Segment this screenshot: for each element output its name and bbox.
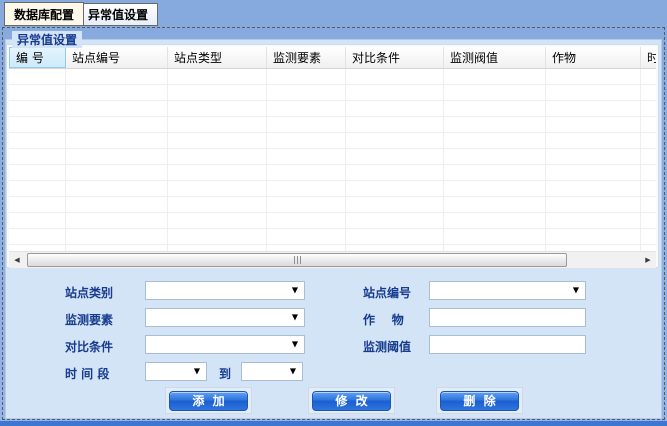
monitor-element-select[interactable]: ▼ <box>145 308 305 327</box>
modify-button[interactable]: 修 改 <box>312 391 391 411</box>
station-id-select[interactable]: ▼ <box>429 281 586 300</box>
compare-condition-select[interactable]: ▼ <box>145 335 305 354</box>
grid-line <box>167 69 168 251</box>
grid-header-row: 编 号 站点编号 站点类型 监测要素 对比条件 监测阀值 作物 时 <box>9 47 656 69</box>
grid-line <box>65 69 66 251</box>
scrollbar-grip <box>297 256 298 264</box>
column-header-monitor-element[interactable]: 监测要素 <box>267 47 346 68</box>
grid-line <box>640 69 641 251</box>
column-header-time[interactable]: 时 <box>641 47 656 68</box>
threshold-label: 监测阈值 <box>363 338 411 355</box>
window-bottom-edge <box>0 421 667 426</box>
outlier-grid: 编 号 站点编号 站点类型 监测要素 对比条件 监测阀值 作物 时 ◀ <box>7 45 658 267</box>
column-header-compare-condition[interactable]: 对比条件 <box>346 47 444 68</box>
column-header-threshold[interactable]: 监测阀值 <box>444 47 546 68</box>
time-period-label: 时 间 段 <box>65 365 125 382</box>
crop-input[interactable] <box>429 308 586 327</box>
scrollbar-grip <box>300 256 301 264</box>
station-category-select[interactable]: ▼ <box>145 281 305 300</box>
modify-button-frame: 修 改 <box>308 387 395 414</box>
grid-body-empty[interactable] <box>9 69 656 251</box>
chevron-down-icon: ▼ <box>194 367 200 375</box>
delete-button[interactable]: 删 除 <box>440 391 519 411</box>
chevron-down-icon: ▼ <box>290 367 296 375</box>
delete-button-frame: 删 除 <box>436 387 523 414</box>
add-button[interactable]: 添 加 <box>169 391 248 411</box>
threshold-input[interactable] <box>429 335 586 354</box>
time-to-select[interactable]: ▼ <box>241 362 303 381</box>
groupbox-title: 异常值设置 <box>12 31 82 48</box>
station-id-label: 站点编号 <box>363 284 411 301</box>
monitor-element-label: 监测要素 <box>65 311 125 328</box>
compare-condition-label: 对比条件 <box>65 338 125 355</box>
station-category-label: 站点类别 <box>65 284 125 301</box>
outlier-settings-window: 数据库配置 异常值设置 异常值设置 编 号 站点编号 站点类型 监测要素 对比条… <box>0 0 667 426</box>
chevron-down-icon: ▼ <box>292 340 298 348</box>
tab-database-config[interactable]: 数据库配置 <box>4 2 84 26</box>
scrollbar-grip <box>294 256 295 264</box>
horizontal-scrollbar[interactable]: ◀ ▶ <box>9 251 656 268</box>
chevron-down-icon: ▼ <box>573 286 579 294</box>
column-header-id[interactable]: 编 号 <box>9 47 66 68</box>
column-header-station-id[interactable]: 站点编号 <box>66 47 168 68</box>
to-label: 到 <box>219 365 231 382</box>
column-header-crop[interactable]: 作物 <box>546 47 641 68</box>
grid-line <box>345 69 346 251</box>
grid-line <box>545 69 546 251</box>
column-header-station-type[interactable]: 站点类型 <box>168 47 267 68</box>
scroll-thumb[interactable] <box>27 253 567 267</box>
time-from-select[interactable]: ▼ <box>145 362 207 381</box>
crop-label: 作 物 <box>363 311 404 328</box>
chevron-down-icon: ▼ <box>292 286 298 294</box>
grid-line <box>266 69 267 251</box>
grid-line <box>443 69 444 251</box>
scroll-right-button[interactable]: ▶ <box>640 252 656 268</box>
scroll-left-button[interactable]: ◀ <box>9 252 25 268</box>
add-button-frame: 添 加 <box>165 387 252 414</box>
tab-outlier-settings[interactable]: 异常值设置 <box>78 3 158 26</box>
chevron-down-icon: ▼ <box>292 313 298 321</box>
